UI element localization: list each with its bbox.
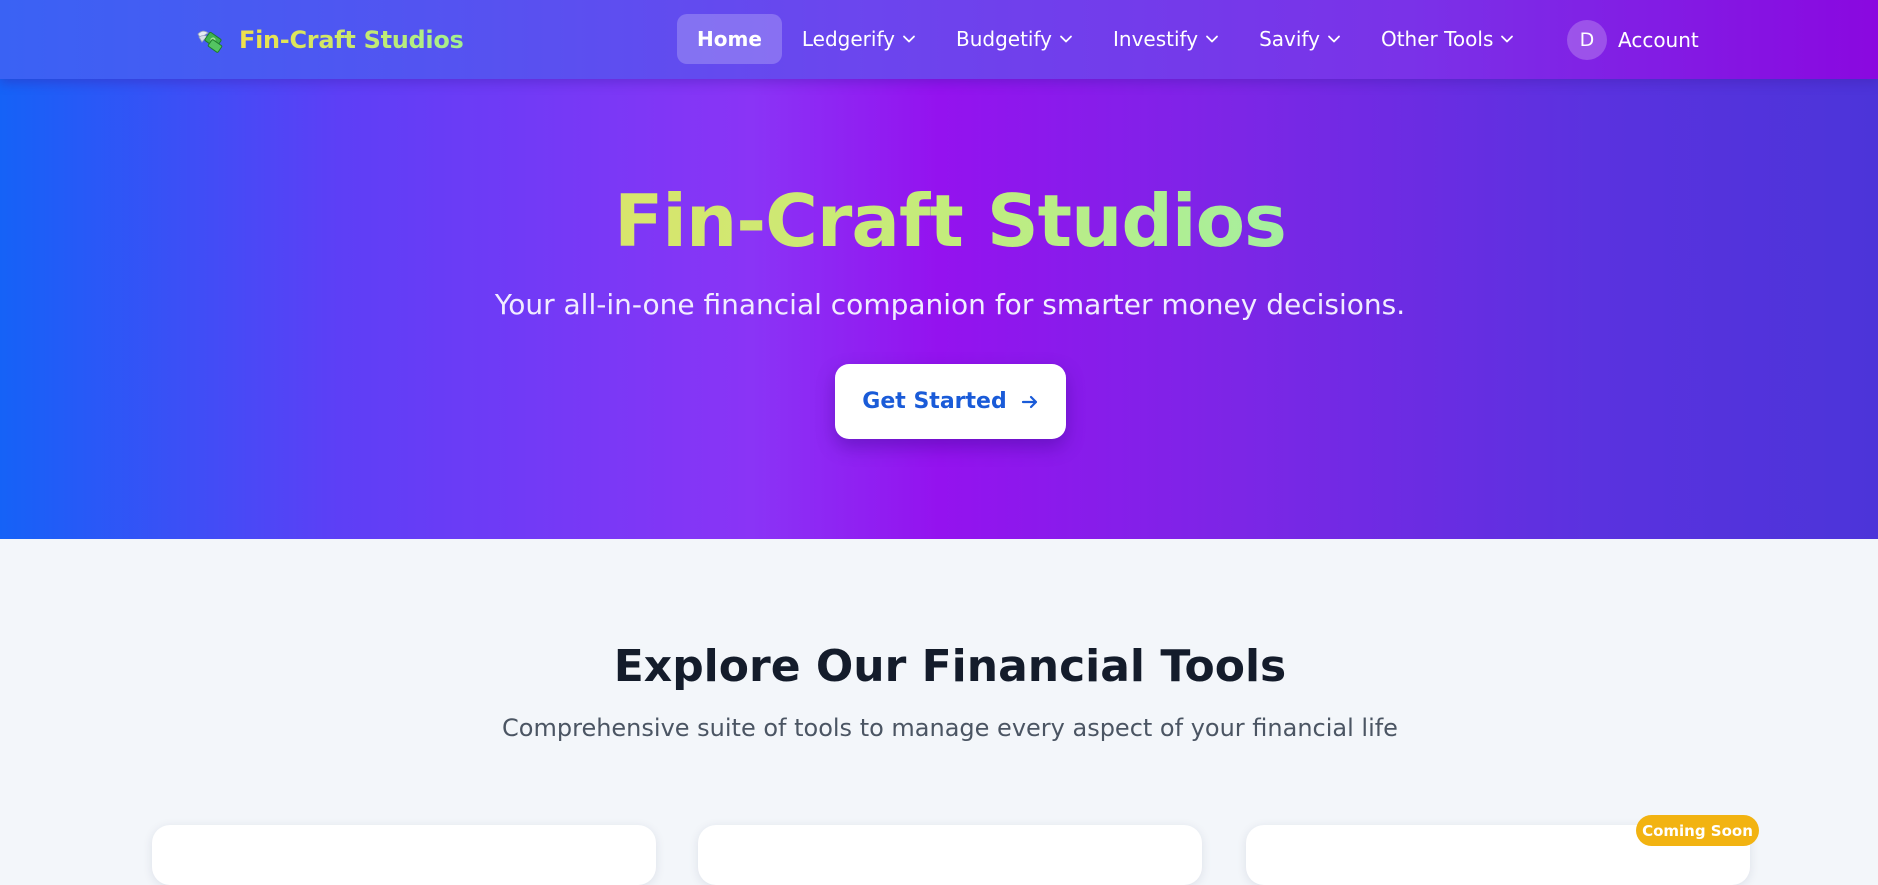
top-navbar: Fin-Craft Studios Home Ledgerify Budgeti…	[0, 0, 1878, 79]
main-nav: Home Ledgerify Budgetify Investify Savif…	[677, 14, 1534, 64]
money-with-wings-icon	[197, 30, 223, 53]
nav-item-label: Budgetify	[956, 27, 1053, 51]
nav-item-label: Investify	[1113, 27, 1199, 51]
tool-card[interactable]	[152, 825, 656, 885]
brand-name: Fin-Craft Studios	[239, 26, 464, 54]
chevron-down-icon	[1328, 35, 1340, 43]
nav-item-label: Home	[697, 27, 762, 51]
chevron-down-icon	[1501, 35, 1514, 43]
coming-soon-badge: Coming Soon	[1636, 815, 1759, 846]
avatar: D	[1567, 20, 1607, 60]
account-label: Account	[1618, 28, 1699, 52]
nav-item-other-tools[interactable]: Other Tools	[1361, 14, 1534, 64]
nav-item-label: Savify	[1259, 27, 1320, 51]
nav-item-savify[interactable]: Savify	[1239, 14, 1361, 64]
arrow-right-icon	[1021, 395, 1037, 408]
nav-item-home[interactable]: Home	[677, 14, 782, 64]
nav-item-label: Ledgerify	[801, 27, 895, 51]
tools-section-subtitle: Comprehensive suite of tools to manage e…	[502, 714, 1398, 742]
tools-section-title: Explore Our Financial Tools	[613, 641, 1287, 692]
nav-item-ledgerify[interactable]: Ledgerify	[782, 14, 936, 64]
chevron-down-icon	[1206, 35, 1218, 43]
get-started-button[interactable]: Get Started	[835, 364, 1066, 439]
hero-section: Fin-Craft Studios Your all-in-one financ…	[0, 0, 1878, 539]
tool-card[interactable]	[698, 825, 1202, 885]
account-menu[interactable]: D Account	[1567, 20, 1699, 60]
hero-title: Fin-Craft Studios	[614, 179, 1287, 263]
chevron-down-icon	[903, 35, 915, 43]
nav-item-budgetify[interactable]: Budgetify	[936, 14, 1093, 64]
brand-logo-link[interactable]: Fin-Craft Studios	[195, 24, 464, 56]
hero-subtitle: Your all-in-one financial companion for …	[494, 288, 1406, 321]
nav-item-label: Other Tools	[1380, 27, 1494, 51]
get-started-label: Get Started	[862, 389, 1007, 414]
chevron-down-icon	[1060, 35, 1072, 43]
nav-item-investify[interactable]: Investify	[1093, 14, 1239, 64]
